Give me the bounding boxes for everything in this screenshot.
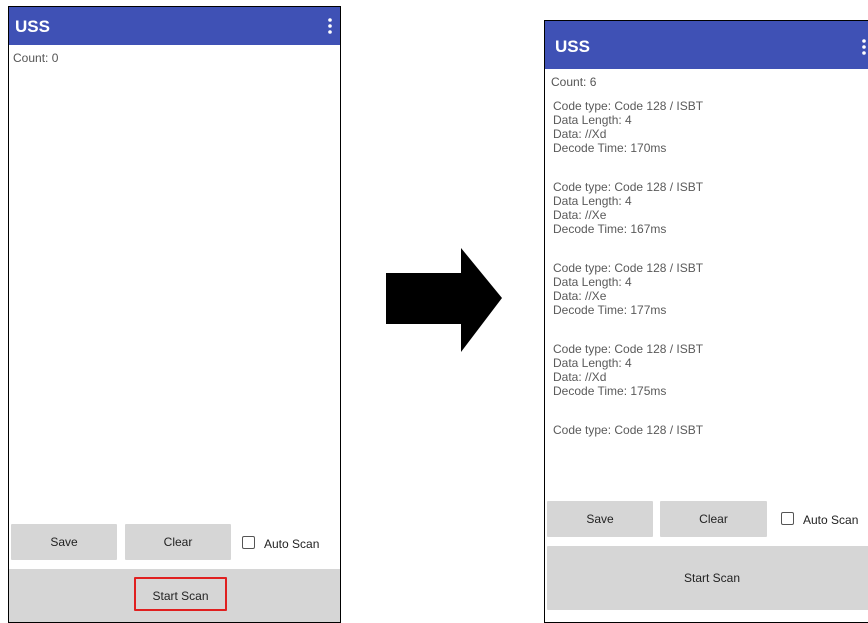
scan-count: Count: 0 [13,51,59,65]
decode-time: Decode Time: 167ms [553,222,667,236]
scan-count: Count: 6 [551,75,597,89]
code-type: Code type: Code 128 / ISBT [553,342,704,356]
list-item: Code type: Code 128 / ISBT Data Length: … [553,342,863,398]
app-bar: USS [545,21,868,69]
decode-time: Decode Time: 177ms [553,303,667,317]
list-item: Code type: Code 128 / ISBT Data Length: … [553,99,863,155]
data-value: Data: //Xd [553,370,607,384]
decode-time: Decode Time: 175ms [553,384,667,398]
data-value: Data: //Xd [553,127,607,141]
list-item: Code type: Code 128 / ISBT Data Length: … [553,261,863,317]
data-length: Data Length: 4 [553,356,632,370]
auto-scan-checkbox[interactable] [781,512,794,525]
clear-button[interactable]: Clear [125,524,231,560]
clear-button[interactable]: Clear [660,501,767,537]
start-scan-button[interactable]: Start Scan [134,577,227,611]
app-title: USS [15,17,50,36]
data-length: Data Length: 4 [553,113,632,127]
phone-screen-before: USS Count: 0 Save Clear Auto Scan Start … [8,6,341,623]
decode-time: Decode Time: 170ms [553,141,667,155]
phone-screen-after: USS Count: 6 Code type: Code 128 / ISBT … [544,20,868,623]
more-vert-icon[interactable] [328,18,332,34]
code-type: Code type: Code 128 / ISBT [553,180,704,194]
app-bar: USS [9,7,340,45]
auto-scan-label: Auto Scan [803,513,859,527]
auto-scan-checkbox[interactable] [242,536,255,549]
list-item: Code type: Code 128 / ISBT [553,423,863,437]
code-type: Code type: Code 128 / ISBT [553,261,704,275]
save-button[interactable]: Save [547,501,653,537]
right-arrow-icon [386,248,502,352]
data-value: Data: //Xe [553,289,607,303]
auto-scan-label: Auto Scan [264,537,320,551]
list-item: Code type: Code 128 / ISBT Data Length: … [553,180,863,236]
data-value: Data: //Xe [553,208,607,222]
more-vert-icon[interactable] [862,39,866,55]
app-title: USS [555,37,590,56]
save-button[interactable]: Save [11,524,117,560]
start-scan-button[interactable]: Start Scan [547,546,868,610]
code-type: Code type: Code 128 / ISBT [553,423,704,437]
data-length: Data Length: 4 [553,194,632,208]
data-length: Data Length: 4 [553,275,632,289]
code-type: Code type: Code 128 / ISBT [553,99,704,113]
scan-results-list[interactable]: Code type: Code 128 / ISBT Data Length: … [553,99,863,479]
